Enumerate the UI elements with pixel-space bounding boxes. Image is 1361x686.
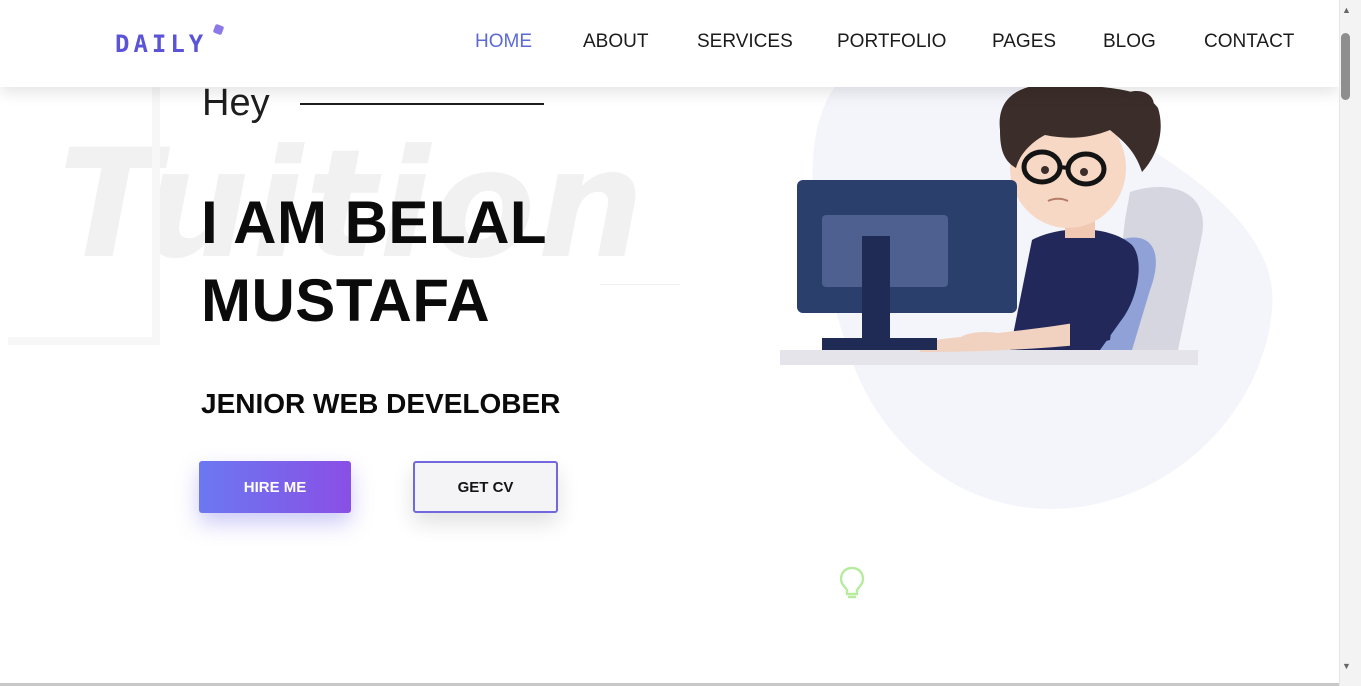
watermark-frame-vertical [152,87,160,345]
nav-services[interactable]: SERVICES [697,31,793,53]
nav-blog[interactable]: BLOG [1103,31,1156,53]
hero-greeting: Hey [202,82,270,124]
vertical-scrollbar[interactable] [1339,0,1361,686]
hire-me-button[interactable]: HIRE ME [199,461,351,513]
page: Tuition Hey I AM BELAL MUSTAFA JENIOR WE… [0,0,1339,686]
nav-home[interactable]: HOME [475,31,532,53]
decorative-line [600,284,680,285]
greeting-underline [300,103,544,105]
developer-illustration [780,61,1273,509]
scrollbar-thumb[interactable] [1341,33,1350,100]
get-cv-button[interactable]: GET CV [413,461,558,513]
desk [780,350,1198,365]
scroll-up-arrow-icon[interactable]: ▲ [1342,5,1351,15]
main-nav: HOME ABOUT SERVICES PORTFOLIO PAGES BLOG… [0,31,1339,55]
site-header: DAILY HOME ABOUT SERVICES PORTFOLIO PAGE… [0,0,1339,87]
hero-role: JENIOR WEB DEVELOBER [201,388,561,419]
scroll-down-arrow-icon[interactable]: ▼ [1342,661,1351,671]
nav-pages[interactable]: PAGES [992,31,1056,53]
lightbulb-icon [839,566,865,599]
watermark-frame-horizontal [8,337,160,345]
nav-portfolio[interactable]: PORTFOLIO [837,31,946,53]
hero-name-line2: MUSTAFA [201,267,491,334]
nav-contact[interactable]: CONTACT [1204,31,1294,53]
hero-name: I AM BELAL MUSTAFA [201,184,547,340]
nav-about[interactable]: ABOUT [583,31,648,53]
hero-name-line1: I AM BELAL [201,189,548,256]
